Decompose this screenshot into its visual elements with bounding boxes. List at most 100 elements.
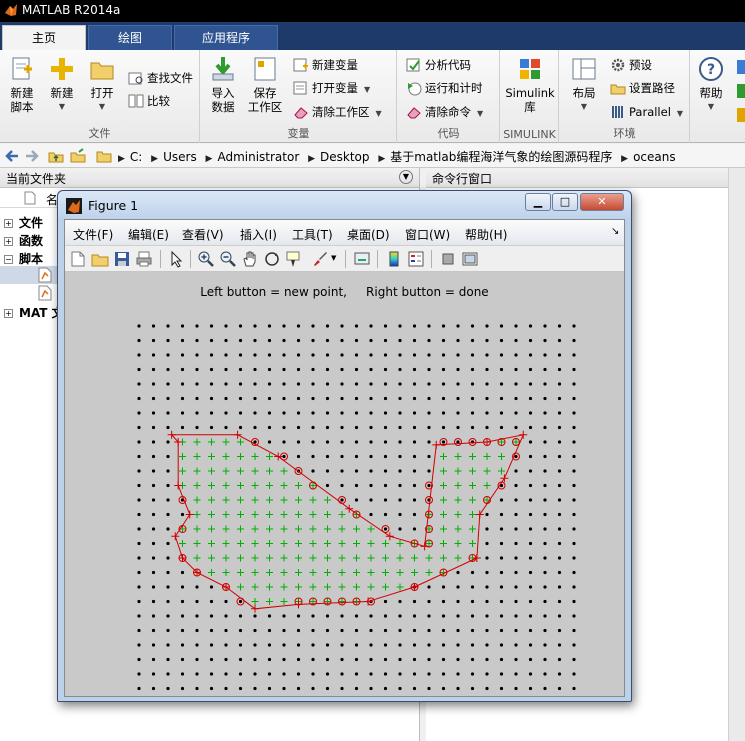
grid-point <box>195 324 199 328</box>
minimize-button[interactable]: ▁ <box>525 193 551 211</box>
new-button[interactable]: 新建 ▼ <box>42 55 82 114</box>
inside-grid-point <box>324 525 331 533</box>
grid-point <box>412 657 417 662</box>
hide-plot-tools-icon[interactable] <box>439 250 457 268</box>
browse-folder-icon[interactable] <box>70 148 86 164</box>
expand-icon[interactable]: + <box>4 237 13 246</box>
figure-menu-help[interactable]: 帮助(H) <box>465 226 507 243</box>
tree-item-mat-files[interactable]: + MAT 文 <box>4 304 64 321</box>
expand-icon[interactable]: + <box>4 219 13 228</box>
grid-point <box>195 367 199 372</box>
link-plot-icon[interactable] <box>353 250 371 268</box>
grid-point <box>528 338 533 343</box>
figure-menu-insert[interactable]: 插入(I) <box>240 226 277 243</box>
figure-menu-edit[interactable]: 编辑(E) <box>128 226 169 243</box>
import-data-button[interactable]: 导入 数据 <box>203 55 243 114</box>
new-figure-icon[interactable] <box>69 250 87 268</box>
print-icon[interactable] <box>135 250 153 268</box>
zoom-in-icon[interactable] <box>197 250 215 268</box>
grid-point <box>137 483 141 488</box>
grid-point <box>369 382 373 386</box>
run-and-time-button[interactable]: 运行和计时 <box>406 78 483 98</box>
data-cursor-icon[interactable] <box>285 250 303 268</box>
figure-menu-file[interactable]: 文件(F) <box>73 226 113 243</box>
inside-grid-point <box>295 496 302 504</box>
set-path-button[interactable]: 设置路径 <box>610 78 675 98</box>
figure-menu-desktop[interactable]: 桌面(D) <box>347 226 390 243</box>
grid-point <box>398 686 402 691</box>
breadcrumb-item[interactable]: Desktop <box>320 150 370 164</box>
preferences-button[interactable]: 预设 <box>610 55 652 75</box>
breadcrumb-item[interactable]: Users <box>163 150 197 164</box>
pointer-icon[interactable] <box>167 250 185 268</box>
open-file-icon[interactable] <box>91 250 109 268</box>
simulink-library-button[interactable]: Simulink 库 <box>505 55 555 114</box>
figure-title-bar[interactable]: Figure 1 ▁ □ ✕ <box>58 191 631 218</box>
grid-point <box>253 672 257 676</box>
figure-menu-tools[interactable]: 工具(T) <box>292 226 333 243</box>
pan-hand-icon[interactable] <box>241 250 259 268</box>
inside-grid-point <box>179 540 186 547</box>
new-script-button[interactable]: 新建 脚本 <box>2 55 42 114</box>
brush-icon[interactable] <box>311 250 329 268</box>
layout-button[interactable]: 布局 ▼ <box>564 55 604 114</box>
show-plot-tools-icon[interactable] <box>461 250 479 268</box>
tree-item-files[interactable]: + 文件 <box>4 214 43 231</box>
new-variable-button[interactable]: 新建变量 <box>293 55 358 75</box>
tab-apps[interactable]: 应用程序 <box>174 25 278 50</box>
selected-file-row[interactable] <box>0 266 60 284</box>
grid-point <box>557 643 562 647</box>
close-button[interactable]: ✕ <box>580 193 624 211</box>
grid-point <box>253 643 257 647</box>
compare-button[interactable]: 比较 <box>128 91 170 111</box>
collapse-icon[interactable]: − <box>4 255 13 264</box>
open-button[interactable]: 打开 ▼ <box>82 55 122 114</box>
find-files-button[interactable]: 查找文件 <box>128 68 193 88</box>
save-icon[interactable] <box>113 250 131 268</box>
back-arrow-icon[interactable] <box>4 148 20 164</box>
grid-point <box>456 396 460 401</box>
tree-item-scripts[interactable]: − 脚本 <box>4 250 43 267</box>
file-row[interactable] <box>0 284 60 302</box>
breadcrumb-item[interactable]: oceans <box>633 150 676 164</box>
plot-canvas[interactable] <box>65 273 624 696</box>
grid-point <box>137 353 141 357</box>
community-icon[interactable] <box>735 58 745 128</box>
figure-menu-window[interactable]: 窗口(W) <box>405 226 450 243</box>
grid-point <box>514 382 518 386</box>
folder-icon <box>90 62 114 80</box>
open-variable-button[interactable]: 打开变量 ▼ <box>293 78 370 98</box>
help-button[interactable]: ? 帮助 ▼ <box>693 55 729 114</box>
grid-point <box>543 498 547 502</box>
up-folder-icon[interactable] <box>48 148 64 164</box>
breadcrumb-item[interactable]: 基于matlab编程海洋气象的绘图源码程序 <box>390 150 612 164</box>
zoom-out-icon[interactable] <box>219 250 237 268</box>
command-window-header: 命令行窗口 <box>426 168 745 188</box>
grid-point <box>470 425 475 430</box>
clear-workspace-button[interactable]: 清除工作区 ▼ <box>293 102 382 122</box>
parallel-button[interactable]: Parallel ▼ <box>610 102 683 122</box>
rotate-3d-icon[interactable] <box>263 250 281 268</box>
grid-point <box>369 324 373 328</box>
panel-menu-icon[interactable]: ▼ <box>399 170 413 184</box>
grid-point <box>412 614 417 618</box>
save-workspace-button[interactable]: 保存 工作区 <box>245 55 285 114</box>
colorbar-icon[interactable] <box>385 250 403 268</box>
dock-arrow-icon[interactable]: ↘ <box>611 226 619 237</box>
expand-icon[interactable]: + <box>4 309 13 318</box>
figure-menu-view[interactable]: 查看(V) <box>182 226 224 243</box>
breadcrumb-item[interactable]: Administrator <box>217 150 299 164</box>
tab-home[interactable]: 主页 <box>2 25 86 50</box>
clear-commands-button[interactable]: 清除命令 ▼ <box>406 102 483 122</box>
analyze-code-button[interactable]: 分析代码 <box>406 55 471 75</box>
command-window-scrollbar[interactable] <box>728 168 745 741</box>
plot-area[interactable]: Left button = new point, Right button = … <box>65 273 624 696</box>
grid-point <box>543 367 547 372</box>
tab-plots[interactable]: 绘图 <box>88 25 172 50</box>
maximize-button[interactable]: □ <box>552 193 578 211</box>
tree-item-functions[interactable]: + 函数 <box>4 232 43 249</box>
forward-arrow-icon[interactable] <box>24 148 40 164</box>
chevron-down-icon[interactable]: ▼ <box>331 254 336 262</box>
breadcrumb-item[interactable]: C: <box>130 150 142 164</box>
legend-icon[interactable] <box>407 250 425 268</box>
